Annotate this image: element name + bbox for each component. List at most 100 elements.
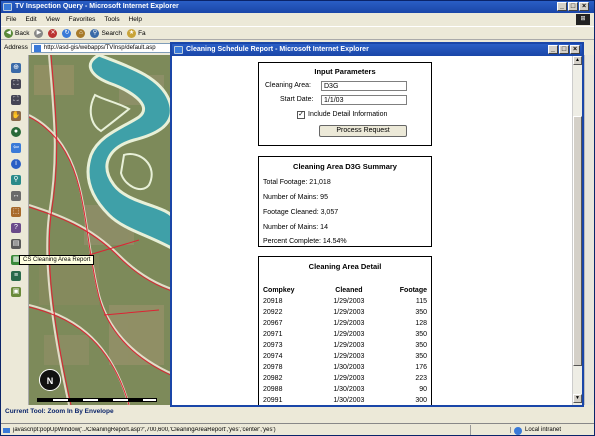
- layers-icon[interactable]: ≡: [11, 271, 21, 281]
- popup-maximize-button[interactable]: □: [559, 45, 569, 54]
- stop-icon[interactable]: ✕: [48, 28, 58, 38]
- summary-footage-cleaned: Footage Cleaned: 3,057: [263, 209, 339, 216]
- compkey-cell: 20973: [263, 342, 283, 349]
- legend-icon[interactable]: ▣: [11, 287, 21, 297]
- popup-content: Input Parameters Cleaning Area: D3G Star…: [172, 56, 572, 405]
- summary-total-footage: Total Footage: 21,018: [263, 179, 331, 186]
- header-cleaned: Cleaned: [335, 287, 363, 294]
- status-cell: [470, 424, 510, 435]
- process-request-button[interactable]: Process Request: [319, 125, 407, 137]
- back-label: Back: [15, 29, 30, 37]
- favorites-button[interactable]: ★ Fa: [127, 28, 146, 38]
- summary-number-of-mains: Number of Mains: 95: [263, 194, 328, 201]
- popup-window: Cleaning Schedule Report - Microsoft Int…: [170, 42, 584, 407]
- address-input[interactable]: http://asd-gis/webapps/TVInsp/default.as…: [30, 42, 171, 53]
- tooltip: CS Cleaning Area Report: [19, 255, 95, 265]
- measure-icon[interactable]: ↔: [11, 191, 21, 201]
- main-window-controls: _ □ ×: [557, 2, 589, 11]
- main-titlebar: TV Inspection Query - Microsoft Internet…: [1, 1, 594, 13]
- back-button[interactable]: ◀ Back: [4, 28, 30, 38]
- table-row: 20988 1/30/2003 90: [263, 384, 427, 395]
- refresh-icon[interactable]: ↻: [62, 28, 72, 38]
- table-row: 20991 1/30/2003 300: [263, 395, 427, 405]
- footage-cell: 115: [415, 298, 427, 305]
- status-url: javascript:popUpWindow('../CleaningRepor…: [1, 427, 470, 433]
- globe-full-extent-icon[interactable]: ●: [11, 127, 21, 137]
- popup-close-button[interactable]: ×: [570, 45, 580, 54]
- previous-extent-icon[interactable]: ⇦: [11, 143, 21, 153]
- zoom-extent-out-icon[interactable]: ⛶: [11, 95, 21, 105]
- popup-window-controls: _ □ ×: [548, 45, 580, 54]
- detail-table: Compkey Cleaned Footage 20918 1/29/2003 11…: [263, 285, 427, 405]
- menu-favorites[interactable]: Favorites: [69, 14, 96, 25]
- compkey-cell: 20988: [263, 386, 283, 393]
- popup-vertical-scrollbar[interactable]: ▲ ▼: [572, 56, 582, 405]
- close-button[interactable]: ×: [579, 2, 589, 11]
- cleaned-date-cell: 1/30/2003: [333, 386, 365, 393]
- footage-cell: 300: [415, 397, 427, 404]
- main-vertical-scrollbar[interactable]: [584, 55, 594, 405]
- menu-tools[interactable]: Tools: [104, 14, 119, 25]
- footage-cell: 176: [415, 364, 427, 371]
- zoom-in-icon[interactable]: ⊕: [11, 63, 21, 73]
- table-row: 20922 1/29/2003 350: [263, 307, 427, 318]
- footage-cell: 128: [415, 320, 427, 327]
- pan-hand-icon[interactable]: ✋: [11, 111, 21, 121]
- summary-percent-complete: Percent Complete: 14.54%: [263, 238, 347, 245]
- cleaned-date-cell: 1/29/2003: [333, 331, 365, 338]
- header-compkey: Compkey: [263, 287, 295, 294]
- compkey-cell: 20967: [263, 320, 283, 327]
- cleaned-date-cell: 1/29/2003: [333, 320, 365, 327]
- menu-file[interactable]: File: [6, 14, 16, 25]
- minimize-button[interactable]: _: [557, 2, 567, 11]
- favorites-label: Fa: [138, 29, 146, 37]
- scroll-thumb[interactable]: [573, 116, 582, 366]
- identify-info-icon[interactable]: i: [11, 159, 21, 169]
- query-icon[interactable]: ?: [11, 223, 21, 233]
- table-row: 20982 1/29/2003 223: [263, 373, 427, 384]
- menu-edit[interactable]: Edit: [25, 14, 36, 25]
- table-row: 20918 1/29/2003 115: [263, 296, 427, 307]
- aerial-map[interactable]: N: [29, 55, 175, 405]
- include-detail-checkbox[interactable]: ✓: [297, 111, 305, 119]
- back-arrow-icon: ◀: [4, 28, 13, 38]
- input-parameters-title: Input Parameters: [314, 67, 376, 76]
- header-footage: Footage: [399, 287, 427, 294]
- compkey-cell: 20918: [263, 298, 283, 305]
- table-row: 20967 1/29/2003 128: [263, 318, 427, 329]
- map-canvas: [29, 55, 175, 405]
- find-icon[interactable]: ⚲: [11, 175, 21, 185]
- search-button[interactable]: ⚲ Search: [90, 28, 122, 38]
- forward-icon[interactable]: ▶: [34, 28, 44, 38]
- main-window-title: TV Inspection Query - Microsoft Internet…: [15, 3, 179, 10]
- detail-title: Cleaning Area Detail: [308, 262, 382, 271]
- popup-minimize-button[interactable]: _: [548, 45, 558, 54]
- include-detail-label: Include Detail Information: [308, 111, 388, 118]
- table-row: 20973 1/29/2003 350: [263, 340, 427, 351]
- scroll-down-arrow-icon[interactable]: ▼: [573, 394, 582, 403]
- search-icon: ⚲: [90, 28, 100, 38]
- footage-cell: 350: [415, 309, 427, 316]
- menu-view[interactable]: View: [46, 14, 60, 25]
- report-icon[interactable]: ▤: [11, 239, 21, 249]
- zone-label: Local intranet: [525, 426, 562, 433]
- select-icon[interactable]: ⬚: [11, 207, 21, 217]
- popup-titlebar: Cleaning Schedule Report - Microsoft Int…: [172, 44, 582, 56]
- footage-cell: 223: [415, 375, 427, 382]
- scroll-up-arrow-icon[interactable]: ▲: [573, 56, 582, 65]
- popup-title: Cleaning Schedule Report - Microsoft Int…: [186, 46, 369, 53]
- maximize-button[interactable]: □: [568, 2, 578, 11]
- home-icon[interactable]: ⌂: [76, 28, 86, 38]
- page-status-icon: [3, 427, 10, 433]
- zoom-extent-in-icon[interactable]: ⛶: [11, 79, 21, 89]
- cleaned-date-cell: 1/29/2003: [333, 298, 365, 305]
- footage-cell: 350: [415, 353, 427, 360]
- table-row: 20971 1/29/2003 350: [263, 329, 427, 340]
- cleaned-date-cell: 1/29/2003: [333, 309, 365, 316]
- cleaning-area-input[interactable]: D3G: [321, 81, 407, 91]
- menu-help[interactable]: Help: [129, 14, 142, 25]
- cleaned-date-cell: 1/30/2003: [333, 364, 365, 371]
- compkey-cell: 20978: [263, 364, 283, 371]
- start-date-input[interactable]: 1/1/03: [321, 95, 407, 105]
- status-bar: javascript:popUpWindow('../CleaningRepor…: [1, 423, 594, 435]
